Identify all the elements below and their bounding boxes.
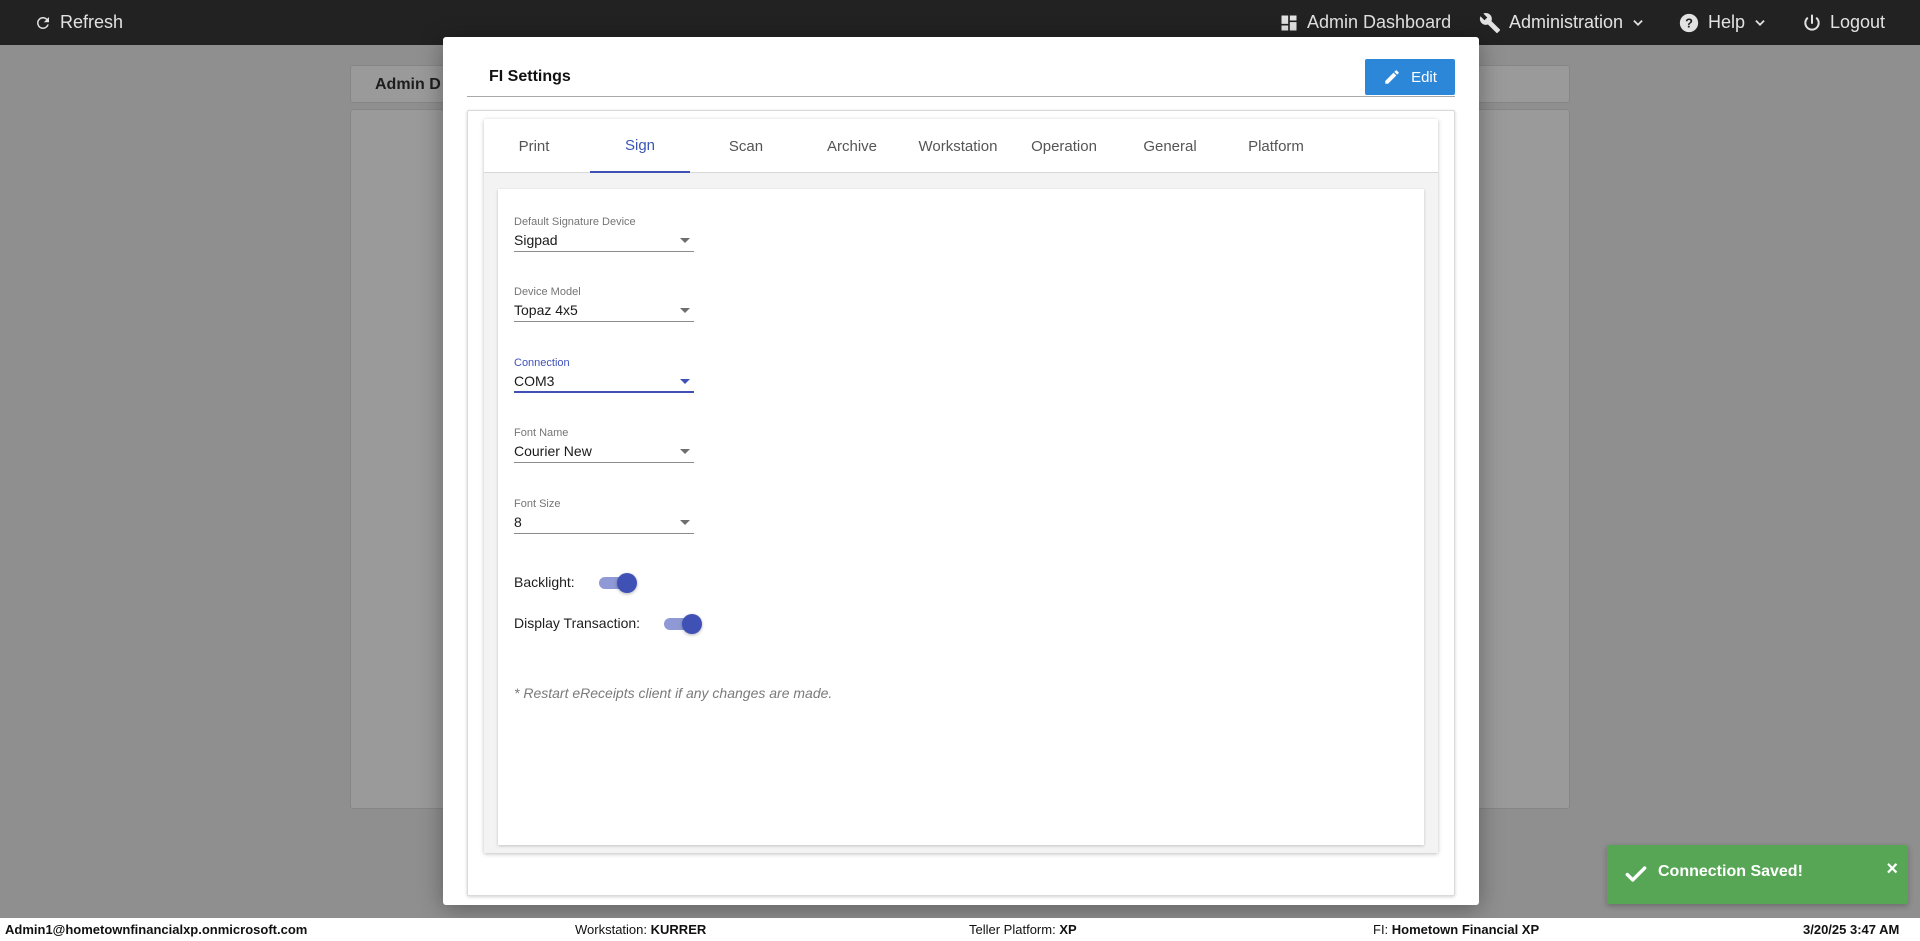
administration-menu[interactable]: Administration: [1479, 0, 1645, 45]
display-transaction-row: Display Transaction:: [514, 612, 703, 634]
logout-button[interactable]: Logout: [1802, 0, 1885, 45]
status-fi: FI: Hometown Financial XP: [1373, 922, 1539, 937]
restart-note: * Restart eReceipts client if any change…: [514, 685, 833, 701]
fi-value: Hometown Financial XP: [1391, 922, 1540, 937]
settings-tab-bar: Print Sign Scan Archive Workstation Oper…: [484, 119, 1438, 173]
select-value: Sigpad: [514, 232, 558, 248]
connection-select[interactable]: COM3: [514, 371, 694, 393]
admin-dashboard-label: Admin Dashboard: [1307, 12, 1452, 32]
background-tab-title: Admin D: [375, 76, 441, 93]
toggle-thumb: [682, 614, 703, 634]
dropdown-arrow-icon: [680, 520, 690, 525]
select-value: 8: [514, 514, 522, 530]
default-signature-device-field: Default Signature Device Sigpad: [514, 215, 694, 252]
logout-label: Logout: [1830, 12, 1886, 32]
workstation-label: Workstation:: [575, 922, 648, 937]
field-label: Default Signature Device: [514, 216, 636, 228]
font-size-select[interactable]: 8: [514, 512, 694, 534]
power-icon: [1804, 14, 1820, 31]
dropdown-arrow-icon: [680, 449, 690, 454]
tab-archive[interactable]: Archive: [802, 119, 902, 173]
toast-message: Connection Saved!: [1658, 863, 1803, 880]
dialog-title: FI Settings: [489, 68, 571, 85]
status-workstation: Workstation: KURRER: [575, 922, 706, 937]
connection-field: Connection COM3: [514, 356, 694, 393]
select-value: Topaz 4x5: [514, 302, 578, 318]
tab-scan[interactable]: Scan: [696, 119, 796, 173]
pencil-icon: [1385, 70, 1399, 84]
font-size-field: Font Size 8: [514, 497, 694, 534]
dialog-header: FI Settings Edit: [467, 59, 1455, 97]
dropdown-arrow-icon: [680, 238, 690, 243]
chevron-down-icon: [1633, 19, 1643, 26]
sign-settings-content: Default Signature Device Sigpad Device M…: [498, 189, 1424, 845]
workstation-value: KURRER: [650, 922, 707, 937]
device-model-field: Device Model Topaz 4x5: [514, 285, 694, 322]
dropdown-arrow-icon: [680, 379, 690, 384]
default-signature-device-select[interactable]: Sigpad: [514, 230, 694, 252]
backlight-row: Backlight:: [514, 571, 637, 593]
status-datetime: 3/20/25 3:47 AM: [1803, 922, 1899, 937]
administration-label: Administration: [1509, 12, 1624, 32]
datetime-value: 3/20/25 3:47 AM: [1803, 922, 1900, 937]
display-transaction-label: Display Transaction:: [514, 615, 641, 631]
dropdown-arrow-icon: [680, 308, 690, 313]
tab-sign[interactable]: Sign: [590, 119, 690, 173]
status-bar: Admin1@hometownfinancialxp.onmicrosoft.c…: [0, 918, 1920, 941]
refresh-button[interactable]: Refresh: [34, 0, 123, 45]
backlight-label: Backlight:: [514, 574, 575, 590]
toast-close-button[interactable]: ×: [1886, 859, 1898, 879]
refresh-label: Refresh: [60, 12, 124, 32]
status-platform: Teller Platform: XP: [969, 922, 1077, 937]
chevron-down-icon: [1755, 19, 1765, 26]
display-transaction-toggle[interactable]: [662, 612, 703, 634]
device-model-select[interactable]: Topaz 4x5: [514, 300, 694, 322]
platform-value: XP: [1059, 922, 1077, 937]
backlight-toggle[interactable]: [597, 571, 637, 593]
help-icon: ?: [1679, 13, 1699, 32]
fi-label: FI:: [1373, 922, 1389, 937]
tab-general[interactable]: General: [1120, 119, 1220, 173]
refresh-icon: [36, 16, 49, 29]
font-name-field: Font Name Courier New: [514, 426, 694, 463]
status-user: Admin1@hometownfinancialxp.onmicrosoft.c…: [5, 922, 307, 937]
help-label: Help: [1708, 12, 1746, 32]
edit-label: Edit: [1411, 68, 1437, 86]
dialog-body: Print Sign Scan Archive Workstation Oper…: [467, 110, 1455, 896]
field-label: Font Size: [514, 498, 561, 510]
settings-tabs-panel: Print Sign Scan Archive Workstation Oper…: [484, 119, 1438, 853]
checkmark-icon: [1625, 866, 1647, 882]
svg-text:?: ?: [1685, 15, 1693, 30]
field-label: Connection: [514, 357, 570, 369]
select-value: COM3: [514, 373, 555, 389]
select-value: Courier New: [514, 443, 592, 459]
field-label: Font Name: [514, 427, 569, 439]
tab-platform[interactable]: Platform: [1226, 119, 1326, 173]
tab-operation[interactable]: Operation: [1014, 119, 1114, 173]
field-label: Device Model: [514, 286, 581, 298]
help-menu[interactable]: ? Help: [1678, 0, 1767, 45]
tab-workstation[interactable]: Workstation: [908, 119, 1008, 173]
fi-settings-dialog: FI Settings Edit Print Sign Scan Archive…: [443, 37, 1479, 905]
wrench-icon: [1479, 12, 1501, 33]
platform-label: Teller Platform:: [969, 922, 1056, 937]
toggle-thumb: [616, 573, 637, 593]
success-toast: Connection Saved! ×: [1607, 845, 1908, 904]
user-email: Admin1@hometownfinancialxp.onmicrosoft.c…: [5, 922, 308, 937]
dashboard-icon: [1281, 15, 1297, 30]
font-name-select[interactable]: Courier New: [514, 441, 694, 463]
tab-print[interactable]: Print: [484, 119, 584, 173]
edit-button[interactable]: Edit: [1365, 59, 1455, 95]
